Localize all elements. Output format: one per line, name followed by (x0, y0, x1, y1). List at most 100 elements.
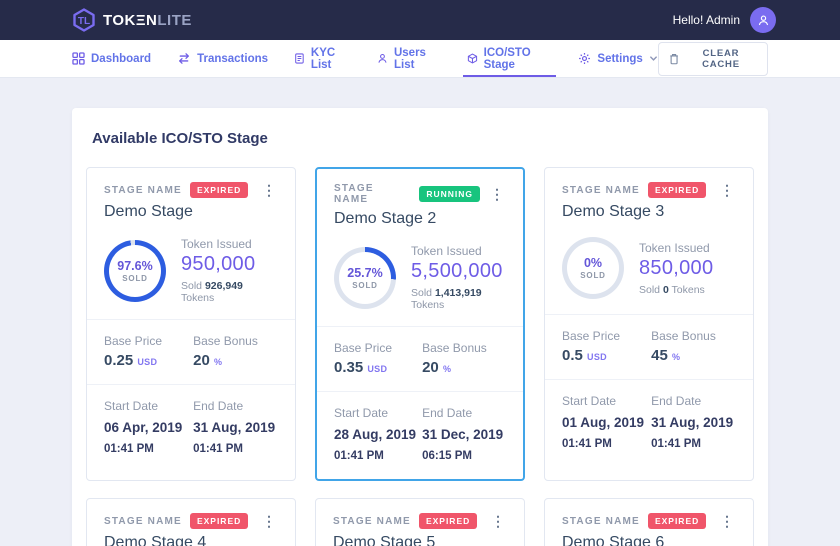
greeting-text: Hello! Admin (673, 13, 740, 27)
base-price-label: Base Price (562, 329, 651, 343)
status-badge: EXPIRED (190, 182, 248, 198)
stage-name: Demo Stage 3 (562, 203, 736, 221)
clear-cache-button[interactable]: CLEAR CACHE (658, 42, 768, 76)
status-badge: EXPIRED (190, 513, 248, 529)
sold-caption: SOLD (122, 274, 147, 283)
base-bonus-label: Base Bonus (193, 334, 278, 348)
start-date-value: 06 Apr, 2019 (104, 420, 182, 435)
chevron-down-icon (649, 54, 658, 63)
stage-name-label: STAGE NAME (562, 185, 640, 196)
end-date-label: End Date (422, 406, 506, 420)
kebab-menu-icon[interactable]: ⋮ (718, 514, 736, 528)
kebab-menu-icon[interactable]: ⋮ (489, 514, 507, 528)
clear-cache-label: CLEAR CACHE (685, 48, 757, 70)
nav-label: Users List (394, 47, 441, 71)
kebab-menu-icon[interactable]: ⋮ (488, 187, 506, 201)
stage-name: Demo Stage 4 (104, 534, 278, 546)
base-bonus: Base Bonus 20 % (193, 334, 278, 369)
base-bonus-value: 20 (422, 359, 439, 376)
stage-name-label: STAGE NAME (334, 183, 411, 205)
start-date-value: 28 Aug, 2019 (334, 427, 416, 442)
sold-progress-ring: 97.6% SOLD (104, 240, 166, 302)
stage-name-label: STAGE NAME (104, 185, 182, 196)
nav-item-dashboard[interactable]: Dashboard (72, 40, 151, 77)
base-bonus-label: Base Bonus (651, 329, 736, 343)
stage-card: STAGE NAME EXPIRED ⋮ Demo Stage 4 0% SOL… (86, 498, 296, 546)
tokenlite-logo-icon: TL (72, 8, 96, 32)
start-date-value: 01 Aug, 2019 (562, 415, 644, 430)
token-issued-label: Token Issued (639, 241, 713, 255)
start-time-value: 01:41 PM (562, 438, 612, 450)
kebab-menu-icon[interactable]: ⋮ (260, 514, 278, 528)
sold-caption: SOLD (580, 271, 605, 280)
sold-tokens-line: Sold 0 Tokens (639, 284, 713, 296)
end-date-value: 31 Dec, 2019 (422, 427, 503, 442)
base-bonus-label: Base Bonus (422, 341, 506, 355)
cube-icon (467, 52, 478, 65)
base-bonus-value: 20 (193, 352, 210, 369)
brand[interactable]: TL TOKΞNLITE (72, 8, 192, 32)
list-doc-icon (294, 52, 305, 65)
nav-item-ico-sto-stage[interactable]: ICO/STO Stage (467, 40, 553, 77)
nav-item-transactions[interactable]: Transactions (177, 40, 268, 77)
sold-percent: 0% (584, 256, 602, 270)
base-bonus: Base Bonus 20 % (422, 341, 506, 376)
start-date: Start Date 01 Aug, 2019 01:41 PM (562, 394, 651, 452)
stage-card: STAGE NAME EXPIRED ⋮ Demo Stage 97.6% SO… (86, 167, 296, 481)
stage-card: STAGE NAME EXPIRED ⋮ Demo Stage 5 0% SOL… (315, 498, 525, 546)
token-issued-value: 5,500,000 (411, 260, 506, 283)
nav-label: Settings (597, 53, 642, 65)
base-price: Base Price 0.5 USD (562, 329, 651, 364)
base-price-value: 0.5 (562, 347, 583, 364)
sold-percent: 97.6% (117, 259, 152, 273)
page-title: Available ICO/STO Stage (86, 122, 754, 147)
token-issued-value: 850,000 (639, 257, 713, 280)
nav-label: Dashboard (91, 53, 151, 65)
end-date-label: End Date (651, 394, 736, 408)
main-nav: Dashboard Transactions KYC List Users Li… (0, 40, 840, 78)
token-issued-label: Token Issued (181, 237, 278, 251)
top-header: TL TOKΞNLITE Hello! Admin (0, 0, 840, 40)
gear-icon (578, 52, 591, 65)
user-avatar[interactable] (750, 7, 776, 33)
grid-icon (72, 52, 85, 65)
end-date: End Date 31 Aug, 2019 01:41 PM (193, 399, 278, 457)
start-date: Start Date 06 Apr, 2019 01:41 PM (104, 399, 193, 457)
stage-card: STAGE NAME EXPIRED ⋮ Demo Stage 6 0% SOL… (544, 498, 754, 546)
stage-cards-grid: STAGE NAME EXPIRED ⋮ Demo Stage 97.6% SO… (86, 167, 754, 546)
start-date: Start Date 28 Aug, 2019 01:41 PM (334, 406, 422, 464)
sold-tokens-line: Sold 926,949 Tokens (181, 280, 278, 304)
sold-progress-ring: 0% SOLD (562, 237, 624, 299)
status-badge: EXPIRED (419, 513, 477, 529)
nav-label: ICO/STO Stage (484, 47, 553, 71)
brand-name: TOKΞNLITE (103, 12, 192, 29)
stage-card: STAGE NAME EXPIRED ⋮ Demo Stage 3 0% SOL… (544, 167, 754, 481)
token-issued-label: Token Issued (411, 244, 506, 258)
start-date-label: Start Date (334, 406, 422, 420)
stage-name: Demo Stage 5 (333, 534, 507, 546)
base-price-value: 0.25 (104, 352, 133, 369)
nav-item-settings[interactable]: Settings (578, 40, 657, 77)
start-time-value: 01:41 PM (334, 450, 384, 462)
stage-name-label: STAGE NAME (104, 516, 182, 527)
end-time-value: 06:15 PM (422, 450, 472, 462)
stage-name: Demo Stage 2 (334, 210, 506, 228)
start-time-value: 01:41 PM (104, 443, 154, 455)
end-date: End Date 31 Dec, 2019 06:15 PM (422, 406, 506, 464)
start-date-label: Start Date (104, 399, 193, 413)
start-date-label: Start Date (562, 394, 651, 408)
base-price: Base Price 0.25 USD (104, 334, 193, 369)
base-price-value: 0.35 (334, 359, 363, 376)
sold-caption: SOLD (352, 281, 377, 290)
stage-name-label: STAGE NAME (333, 516, 411, 527)
end-date-value: 31 Aug, 2019 (193, 420, 275, 435)
svg-text:TL: TL (78, 16, 90, 27)
kebab-menu-icon[interactable]: ⋮ (718, 183, 736, 197)
nav-item-kyc-list[interactable]: KYC List (294, 40, 351, 77)
end-date-value: 31 Aug, 2019 (651, 415, 733, 430)
nav-item-users-list[interactable]: Users List (377, 40, 441, 77)
sold-tokens-line: Sold 1,413,919 Tokens (411, 287, 506, 311)
kebab-menu-icon[interactable]: ⋮ (260, 183, 278, 197)
content-panel: Available ICO/STO Stage STAGE NAME EXPIR… (72, 108, 768, 546)
status-badge: RUNNING (419, 186, 480, 202)
